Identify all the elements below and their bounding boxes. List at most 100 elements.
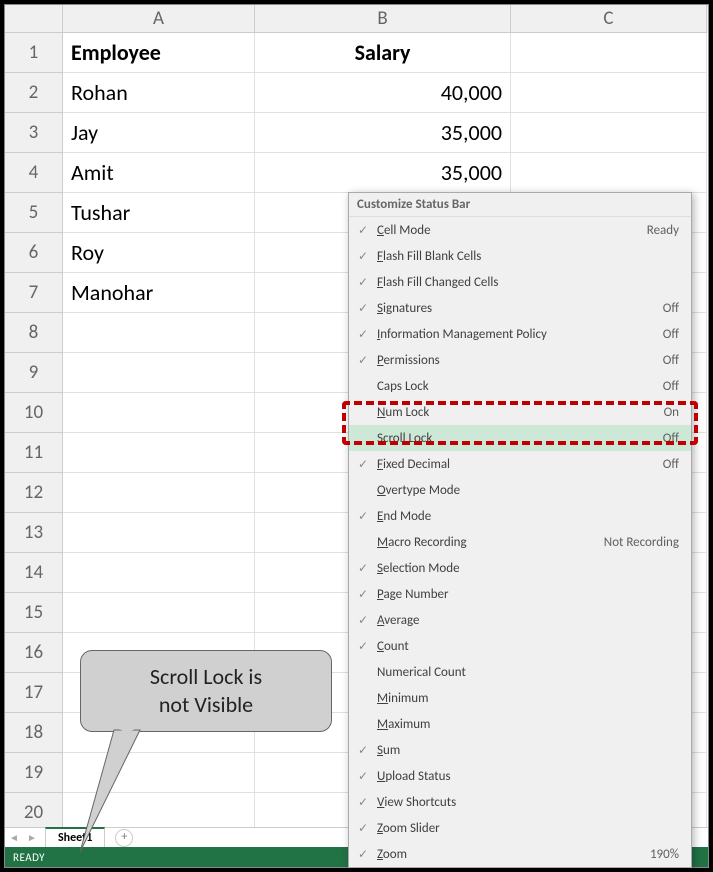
row-header[interactable]: 10 bbox=[5, 393, 63, 433]
column-header-a[interactable]: A bbox=[63, 5, 255, 33]
cell[interactable]: Manohar bbox=[63, 273, 255, 313]
menu-item[interactable]: ✓Fixed DecimalOff bbox=[349, 451, 691, 477]
cell[interactable]: Employee bbox=[63, 33, 255, 73]
row-header[interactable]: 12 bbox=[5, 473, 63, 513]
menu-item[interactable]: Maximum bbox=[349, 711, 691, 737]
menu-item[interactable]: ✓Sum bbox=[349, 737, 691, 763]
menu-item-label: Minimum bbox=[377, 691, 679, 706]
menu-item-label: Sum bbox=[377, 743, 679, 758]
row-header[interactable]: 7 bbox=[5, 273, 63, 313]
cell[interactable]: Roy bbox=[63, 233, 255, 273]
menu-item[interactable]: ✓Zoom Slider bbox=[349, 815, 691, 841]
cell[interactable] bbox=[511, 153, 707, 193]
menu-item[interactable]: ✓Page Number bbox=[349, 581, 691, 607]
check-icon: ✓ bbox=[349, 847, 377, 862]
row-header[interactable]: 15 bbox=[5, 593, 63, 633]
check-icon: ✓ bbox=[349, 769, 377, 784]
menu-item[interactable]: ✓Flash Fill Changed Cells bbox=[349, 269, 691, 295]
row-header[interactable]: 4 bbox=[5, 153, 63, 193]
menu-item[interactable]: ✓Information Management PolicyOff bbox=[349, 321, 691, 347]
row-header[interactable]: 3 bbox=[5, 113, 63, 153]
cell[interactable] bbox=[63, 473, 255, 513]
cell[interactable]: 40,000 bbox=[255, 73, 511, 113]
cell[interactable] bbox=[63, 353, 255, 393]
menu-item[interactable]: ✓Cell ModeReady bbox=[349, 217, 691, 243]
cell[interactable]: Rohan bbox=[63, 73, 255, 113]
cell[interactable] bbox=[63, 593, 255, 633]
menu-item[interactable]: ✓PermissionsOff bbox=[349, 347, 691, 373]
cell[interactable]: 35,000 bbox=[255, 153, 511, 193]
cell[interactable] bbox=[63, 633, 255, 673]
select-all-corner[interactable] bbox=[5, 5, 63, 33]
row-header[interactable]: 17 bbox=[5, 673, 63, 713]
row-header[interactable]: 1 bbox=[5, 33, 63, 73]
tab-nav-left-icon[interactable]: ◄ bbox=[5, 831, 23, 844]
menu-item[interactable]: ✓SignaturesOff bbox=[349, 295, 691, 321]
cell[interactable]: Salary bbox=[255, 33, 511, 73]
menu-item[interactable]: ✓Flash Fill Blank Cells bbox=[349, 243, 691, 269]
check-icon: ✓ bbox=[349, 561, 377, 576]
row-header[interactable]: 8 bbox=[5, 313, 63, 353]
cell[interactable] bbox=[63, 313, 255, 353]
row-header[interactable]: 20 bbox=[5, 793, 63, 827]
row-header[interactable]: 5 bbox=[5, 193, 63, 233]
menu-item-label: Signatures bbox=[377, 301, 663, 316]
cell[interactable]: 35,000 bbox=[255, 113, 511, 153]
grid-row: 2Rohan40,000 bbox=[5, 73, 708, 113]
row-header[interactable]: 11 bbox=[5, 433, 63, 473]
customize-status-bar-menu: Customize Status Bar ✓Cell ModeReady✓Fla… bbox=[348, 192, 692, 868]
cell[interactable] bbox=[63, 393, 255, 433]
cell[interactable] bbox=[511, 73, 707, 113]
menu-item-label: Num Lock bbox=[377, 405, 664, 420]
row-header[interactable]: 13 bbox=[5, 513, 63, 553]
cell[interactable]: Jay bbox=[63, 113, 255, 153]
cell[interactable] bbox=[63, 793, 255, 827]
menu-item[interactable]: ✓Count bbox=[349, 633, 691, 659]
row-header[interactable]: 19 bbox=[5, 753, 63, 793]
cell[interactable]: Tushar bbox=[63, 193, 255, 233]
row-header[interactable]: 9 bbox=[5, 353, 63, 393]
menu-item[interactable]: Numerical Count bbox=[349, 659, 691, 685]
add-sheet-button[interactable]: + bbox=[115, 829, 133, 847]
menu-item[interactable]: ✓Upload Status bbox=[349, 763, 691, 789]
cell[interactable] bbox=[63, 433, 255, 473]
row-header[interactable]: 16 bbox=[5, 633, 63, 673]
menu-item[interactable]: ✓End Mode bbox=[349, 503, 691, 529]
menu-item-status: Not Recording bbox=[604, 535, 683, 550]
row-header[interactable]: 18 bbox=[5, 713, 63, 753]
menu-item[interactable]: ✓Selection Mode bbox=[349, 555, 691, 581]
menu-item[interactable]: Minimum bbox=[349, 685, 691, 711]
cell[interactable] bbox=[511, 33, 707, 73]
column-headers: A B C bbox=[5, 5, 708, 33]
menu-item[interactable]: Caps LockOff bbox=[349, 373, 691, 399]
menu-item-label: Flash Fill Blank Cells bbox=[377, 249, 679, 264]
column-header-c[interactable]: C bbox=[511, 5, 707, 33]
row-header[interactable]: 14 bbox=[5, 553, 63, 593]
menu-item[interactable]: Scroll LockOff bbox=[349, 425, 691, 451]
sheet-tab-sheet1[interactable]: Sheet1 bbox=[45, 827, 105, 847]
cell[interactable] bbox=[511, 113, 707, 153]
cell[interactable] bbox=[63, 753, 255, 793]
menu-item[interactable]: Num LockOn bbox=[349, 399, 691, 425]
cell[interactable]: Amit bbox=[63, 153, 255, 193]
menu-item[interactable]: ✓View Shortcuts bbox=[349, 789, 691, 815]
menu-item[interactable]: Macro RecordingNot Recording bbox=[349, 529, 691, 555]
check-icon: ✓ bbox=[349, 223, 377, 238]
column-header-b[interactable]: B bbox=[255, 5, 511, 33]
check-icon: ✓ bbox=[349, 301, 377, 316]
row-header[interactable]: 2 bbox=[5, 73, 63, 113]
cell[interactable] bbox=[63, 513, 255, 553]
menu-item-label: Flash Fill Changed Cells bbox=[377, 275, 679, 290]
menu-item[interactable]: Overtype Mode bbox=[349, 477, 691, 503]
menu-item-status: On bbox=[664, 405, 683, 420]
tab-nav-right-icon[interactable]: ► bbox=[23, 831, 41, 844]
row-header[interactable]: 6 bbox=[5, 233, 63, 273]
cell[interactable] bbox=[63, 553, 255, 593]
menu-item[interactable]: ✓Zoom190% bbox=[349, 841, 691, 867]
menu-item-label: Count bbox=[377, 639, 679, 654]
cell[interactable] bbox=[63, 713, 255, 753]
cell[interactable] bbox=[63, 673, 255, 713]
menu-item-status: Off bbox=[663, 327, 683, 342]
menu-item-label: End Mode bbox=[377, 509, 679, 524]
menu-item[interactable]: ✓Average bbox=[349, 607, 691, 633]
